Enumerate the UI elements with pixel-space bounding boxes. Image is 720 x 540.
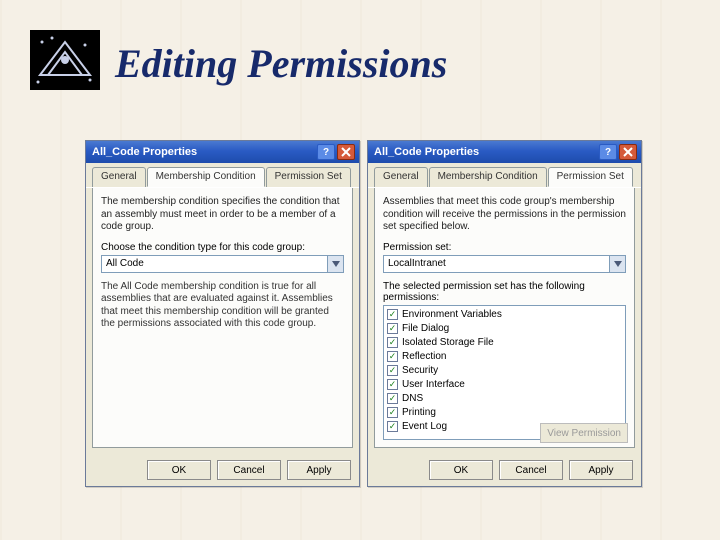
permission-item-label: Event Log: [402, 421, 447, 432]
help-button[interactable]: ?: [599, 144, 617, 160]
apply-button[interactable]: Apply: [287, 460, 351, 480]
permission-item[interactable]: ✓ Printing: [387, 406, 622, 420]
permission-item-label: Reflection: [402, 351, 446, 362]
permission-list[interactable]: ✓ Environment Variables ✓ File Dialog ✓ Isola…: [383, 305, 626, 440]
chevron-down-icon: [609, 256, 625, 272]
permission-set-label: Permission set:: [383, 242, 626, 253]
checkbox-icon: ✓: [387, 421, 398, 432]
permission-item-label: DNS: [402, 393, 423, 404]
permission-item-label: Printing: [402, 407, 436, 418]
dialog-permission-set: All_Code Properties ? General Membership…: [367, 140, 642, 487]
tab-strip: General Membership Condition Permission …: [86, 163, 359, 188]
tab-membership-condition[interactable]: Membership Condition: [147, 167, 265, 187]
titlebar[interactable]: All_Code Properties ?: [368, 141, 641, 163]
checkbox-icon: ✓: [387, 365, 398, 376]
ok-button[interactable]: OK: [147, 460, 211, 480]
permission-item-label: File Dialog: [402, 323, 449, 334]
tab-general[interactable]: General: [374, 167, 428, 187]
dialog-button-row: OK Cancel Apply: [86, 454, 359, 486]
checkbox-icon: ✓: [387, 351, 398, 362]
checkbox-icon: ✓: [387, 309, 398, 320]
dialog-button-row: OK Cancel Apply: [368, 454, 641, 486]
close-button[interactable]: [337, 144, 355, 160]
tab-permission-set[interactable]: Permission Set: [266, 167, 351, 187]
apply-button[interactable]: Apply: [569, 460, 633, 480]
slide-title: Editing Permissions: [115, 40, 447, 87]
window-title: All_Code Properties: [374, 146, 479, 158]
dialog-membership-condition: All_Code Properties ? General Membership…: [85, 140, 360, 487]
cancel-button[interactable]: Cancel: [217, 460, 281, 480]
description-text: Assemblies that meet this code group's m…: [383, 196, 626, 234]
checkbox-icon: ✓: [387, 379, 398, 390]
permission-item[interactable]: ✓ Security: [387, 364, 622, 378]
condition-type-value: All Code: [106, 258, 327, 269]
permission-item[interactable]: ✓ Isolated Storage File: [387, 336, 622, 350]
tab-panel: Assemblies that meet this code group's m…: [374, 188, 635, 448]
close-button[interactable]: [619, 144, 637, 160]
window-title: All_Code Properties: [92, 146, 197, 158]
tab-panel: The membership condition specifies the c…: [92, 188, 353, 448]
permission-item-label: Security: [402, 365, 438, 376]
chevron-down-icon: [327, 256, 343, 272]
tab-strip: General Membership Condition Permission …: [368, 163, 641, 188]
permission-item-label: Environment Variables: [402, 309, 502, 320]
permission-item[interactable]: ✓ Environment Variables: [387, 308, 622, 322]
slide-bullet-graphic: [30, 30, 100, 90]
permission-item[interactable]: ✓ User Interface: [387, 378, 622, 392]
view-permission-button: View Permission: [540, 423, 628, 443]
help-button[interactable]: ?: [317, 144, 335, 160]
description-text: The membership condition specifies the c…: [101, 196, 344, 234]
permission-set-combo[interactable]: LocalIntranet: [383, 255, 626, 273]
tab-general[interactable]: General: [92, 167, 146, 187]
permission-item[interactable]: ✓ DNS: [387, 392, 622, 406]
permission-set-value: LocalIntranet: [388, 258, 609, 269]
permission-item[interactable]: ✓ File Dialog: [387, 322, 622, 336]
condition-hint-text: The All Code membership condition is tru…: [101, 281, 344, 331]
tab-membership-condition[interactable]: Membership Condition: [429, 167, 547, 187]
permission-item-label: Isolated Storage File: [402, 337, 494, 348]
checkbox-icon: ✓: [387, 407, 398, 418]
condition-type-combo[interactable]: All Code: [101, 255, 344, 273]
tab-permission-set[interactable]: Permission Set: [548, 167, 633, 187]
checkbox-icon: ✓: [387, 323, 398, 334]
condition-type-label: Choose the condition type for this code …: [101, 242, 344, 253]
permission-item[interactable]: ✓ Reflection: [387, 350, 622, 364]
permission-item-label: User Interface: [402, 379, 465, 390]
cancel-button[interactable]: Cancel: [499, 460, 563, 480]
checkbox-icon: ✓: [387, 337, 398, 348]
titlebar[interactable]: All_Code Properties ?: [86, 141, 359, 163]
ok-button[interactable]: OK: [429, 460, 493, 480]
checkbox-icon: ✓: [387, 393, 398, 404]
permission-list-label: The selected permission set has the foll…: [383, 281, 626, 303]
